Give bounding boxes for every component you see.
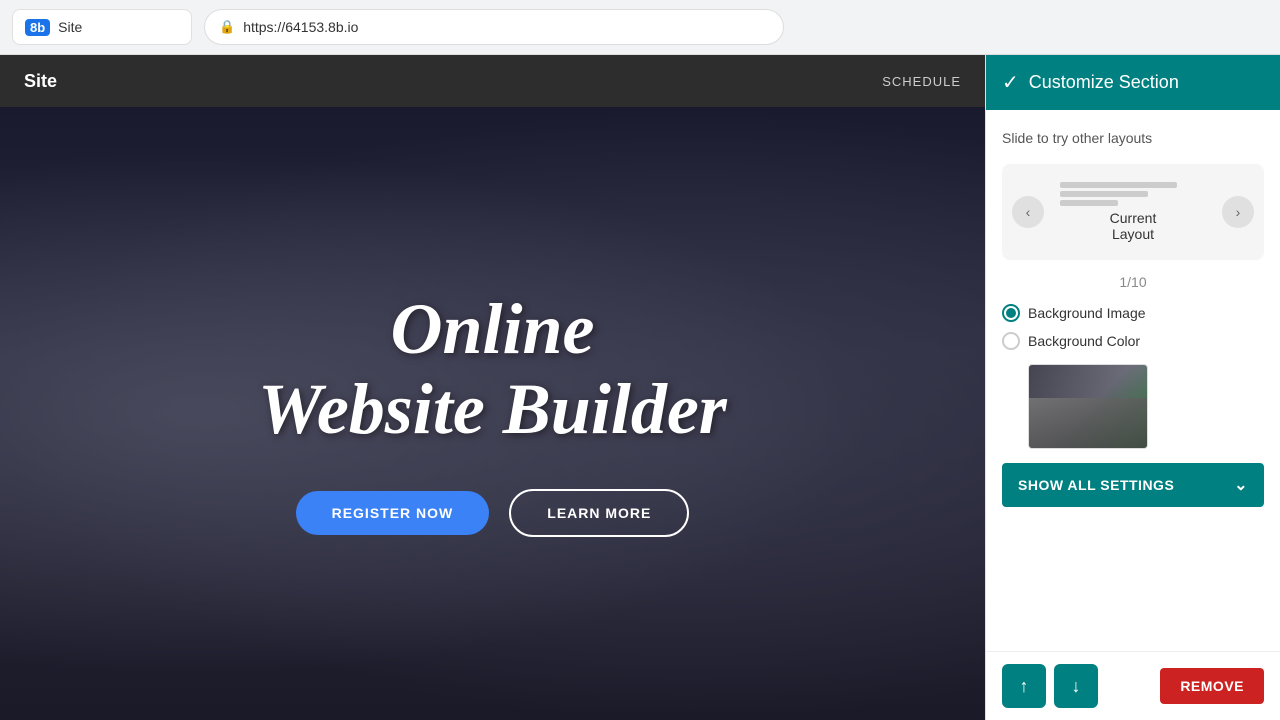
site-nav-menu: SCHEDULE <box>882 74 961 89</box>
learn-more-button[interactable]: LEARN MORE <box>509 489 689 537</box>
layout-label: CurrentLayout <box>1060 210 1206 242</box>
bg-color-label: Background Color <box>1028 333 1140 349</box>
site-preview: Site SCHEDULE Online Website Builder REG… <box>0 55 985 720</box>
move-up-button[interactable]: ↑ <box>1002 664 1046 708</box>
show-all-settings-button[interactable]: SHOW ALL SETTINGS ⌄ <box>1002 463 1264 507</box>
tab-site-label: Site <box>58 19 82 35</box>
bg-image-radio[interactable] <box>1002 304 1020 322</box>
browser-tab[interactable]: 8b Site <box>12 9 192 45</box>
layout-preview: CurrentLayout <box>1052 174 1214 250</box>
url-text: https://64153.8b.io <box>243 19 358 35</box>
carousel-prev-button[interactable]: ‹ <box>1012 196 1044 228</box>
bg-color-option[interactable]: Background Color <box>1002 332 1264 350</box>
panel-body: Slide to try other layouts ‹ CurrentLayo… <box>986 110 1280 651</box>
layout-preview-lines <box>1060 182 1206 206</box>
bg-image-label: Background Image <box>1028 305 1146 321</box>
logo-badge: 8b <box>25 19 50 36</box>
bg-color-radio[interactable] <box>1002 332 1020 350</box>
slide-hint: Slide to try other layouts <box>1002 126 1264 150</box>
lock-icon: 🔒 <box>219 19 235 35</box>
main-area: Site SCHEDULE Online Website Builder REG… <box>0 55 1280 720</box>
move-down-button[interactable]: ↓ <box>1054 664 1098 708</box>
hero-content: Online Website Builder REGISTER NOW LEAR… <box>0 107 985 720</box>
site-nav: Site SCHEDULE <box>0 55 985 107</box>
bg-thumb-overlay <box>1029 365 1147 448</box>
chevron-down-icon: ⌄ <box>1234 475 1248 495</box>
hero-buttons: REGISTER NOW LEARN MORE <box>296 489 690 537</box>
check-icon: ✓ <box>1002 70 1019 95</box>
bg-thumbnail[interactable] <box>1028 364 1148 449</box>
layout-counter: 1/10 <box>1002 274 1264 290</box>
preview-line-3 <box>1060 200 1118 206</box>
preview-line-1 <box>1060 182 1177 188</box>
layout-carousel: ‹ CurrentLayout › <box>1002 164 1264 260</box>
register-now-button[interactable]: REGISTER NOW <box>296 491 490 535</box>
url-bar[interactable]: 🔒 https://64153.8b.io <box>204 9 784 45</box>
hero-section: Online Website Builder REGISTER NOW LEAR… <box>0 107 985 720</box>
panel-header: ✓ Customize Section <box>986 55 1280 110</box>
carousel-next-button[interactable]: › <box>1222 196 1254 228</box>
radio-group: Background Image Background Color <box>1002 304 1264 350</box>
show-settings-label: SHOW ALL SETTINGS <box>1018 477 1174 493</box>
preview-line-2 <box>1060 191 1148 197</box>
browser-bar: 8b Site 🔒 https://64153.8b.io <box>0 0 1280 55</box>
remove-button[interactable]: REMOVE <box>1160 668 1264 704</box>
panel-footer: ↑ ↓ REMOVE <box>986 651 1280 720</box>
hero-title-line1: Online <box>390 289 594 369</box>
site-nav-title: Site <box>24 71 57 92</box>
customize-panel: ✓ Customize Section Slide to try other l… <box>985 55 1280 720</box>
panel-title: Customize Section <box>1029 72 1179 93</box>
hero-title: Online Website Builder <box>258 290 727 448</box>
radio-inner-selected <box>1006 308 1016 318</box>
hero-title-line2: Website Builder <box>258 369 727 449</box>
bg-image-option[interactable]: Background Image <box>1002 304 1264 322</box>
